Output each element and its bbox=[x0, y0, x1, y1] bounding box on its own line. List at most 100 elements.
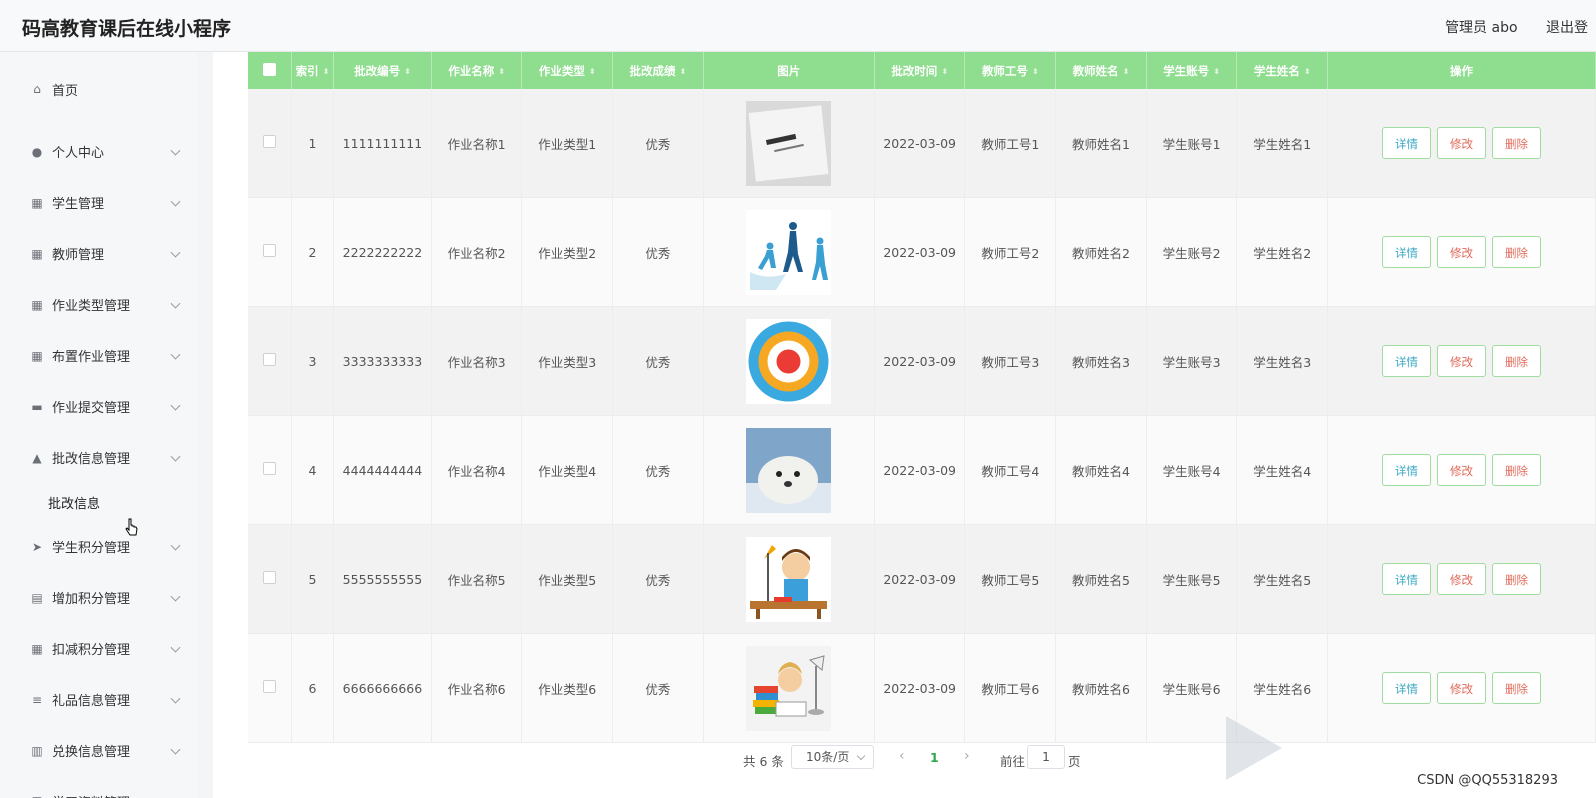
sort-icon[interactable]: ⬍ bbox=[498, 67, 505, 76]
user-icon: ● bbox=[31, 144, 43, 159]
edit-button[interactable]: 修改 bbox=[1436, 127, 1486, 159]
column-header[interactable]: 学生账号 ⬍ bbox=[1146, 52, 1238, 89]
delete-button[interactable]: 删除 bbox=[1491, 127, 1541, 159]
edit-button[interactable]: 修改 bbox=[1436, 236, 1486, 268]
detail-button[interactable]: 详情 bbox=[1381, 563, 1431, 595]
sidebar-subitem[interactable]: 批改信息 bbox=[0, 483, 197, 521]
sort-icon[interactable]: ⬍ bbox=[941, 67, 948, 76]
sort-icon[interactable]: ⬍ bbox=[589, 67, 596, 76]
column-header[interactable]: 教师工号 ⬍ bbox=[964, 52, 1057, 89]
column-header[interactable]: 图片 bbox=[703, 52, 875, 89]
column-header[interactable]: 教师姓名 ⬍ bbox=[1055, 52, 1147, 89]
prev-page-button[interactable]: ‹ bbox=[899, 748, 905, 764]
cell-grade: 优秀 bbox=[612, 524, 704, 634]
row-checkbox[interactable] bbox=[262, 462, 276, 475]
sidebar-item-label: 作业提交管理 bbox=[52, 401, 131, 416]
chevron-down-icon bbox=[170, 196, 181, 207]
delete-button[interactable]: 删除 bbox=[1491, 454, 1541, 486]
sidebar-item-12[interactable]: ▥ 兑换信息管理 bbox=[0, 725, 197, 776]
sort-icon[interactable]: ⬍ bbox=[1213, 67, 1220, 76]
table-row: 4 4444444444 作业名称4 作业类型4 优秀 2022-03-09 教师工号4 教师… bbox=[248, 415, 1596, 525]
column-header[interactable]: 批改时间 ⬍ bbox=[874, 52, 966, 89]
column-header[interactable]: 批改编号 ⬍ bbox=[333, 52, 432, 89]
row-checkbox[interactable] bbox=[262, 571, 276, 584]
cell-grade: 优秀 bbox=[612, 633, 704, 743]
cell-type: 作业类型1 bbox=[521, 89, 614, 198]
row-checkbox[interactable] bbox=[262, 680, 276, 693]
detail-button[interactable]: 详情 bbox=[1381, 672, 1431, 704]
goto-page-input[interactable]: 1 bbox=[1027, 745, 1065, 769]
chevron-down-icon bbox=[170, 693, 181, 704]
sort-icon[interactable]: ⬍ bbox=[1032, 67, 1039, 76]
sidebar-item-6[interactable]: ▬ 作业提交管理 bbox=[0, 381, 197, 432]
sidebar-item-11[interactable]: ≡ 礼品信息管理 bbox=[0, 674, 197, 725]
sidebar-item-9[interactable]: ▤ 增加积分管理 bbox=[0, 572, 197, 623]
cell-actions: 详情 修改 删除 bbox=[1327, 524, 1596, 634]
detail-button[interactable]: 详情 bbox=[1381, 345, 1431, 377]
detail-button[interactable]: 详情 bbox=[1381, 454, 1431, 486]
sidebar-item-0[interactable]: ⌂ 首页 bbox=[0, 52, 197, 126]
delete-button[interactable]: 删除 bbox=[1491, 236, 1541, 268]
sort-icon[interactable]: ⬍ bbox=[1304, 67, 1311, 76]
cell-time: 2022-03-09 bbox=[874, 415, 966, 525]
sidebar-item-2[interactable]: ▦ 学生管理 bbox=[0, 177, 197, 228]
delete-button[interactable]: 删除 bbox=[1491, 563, 1541, 595]
column-header[interactable]: 索引 ⬍ bbox=[291, 52, 335, 89]
sort-icon[interactable]: ⬍ bbox=[1123, 67, 1130, 76]
sidebar-item-1[interactable]: ● 个人中心 bbox=[0, 126, 197, 177]
row-checkbox[interactable] bbox=[262, 135, 276, 148]
column-header[interactable]: 操作 bbox=[1327, 52, 1596, 89]
column-header[interactable]: 作业类型 ⬍ bbox=[521, 52, 614, 89]
select-all-cell[interactable] bbox=[248, 52, 292, 89]
page-number-current[interactable]: 1 bbox=[930, 750, 939, 765]
sidebar-item-13[interactable]: ☰学习资料管理 bbox=[0, 776, 197, 798]
column-header[interactable]: 批改成绩 ⬍ bbox=[612, 52, 704, 89]
row-select-cell[interactable] bbox=[248, 197, 292, 307]
row-select-cell[interactable] bbox=[248, 633, 292, 743]
detail-button[interactable]: 详情 bbox=[1381, 127, 1431, 159]
sidebar-item-8[interactable]: ➤ 学生积分管理 bbox=[0, 521, 197, 572]
sort-icon[interactable]: ⬍ bbox=[323, 67, 330, 76]
column-header[interactable]: 学生姓名 ⬍ bbox=[1236, 52, 1328, 89]
edit-button[interactable]: 修改 bbox=[1436, 563, 1486, 595]
row-select-cell[interactable] bbox=[248, 524, 292, 634]
logout-link[interactable]: 退出登 bbox=[1546, 20, 1588, 36]
edit-button[interactable]: 修改 bbox=[1436, 672, 1486, 704]
sliders-icon: ≡ bbox=[31, 692, 43, 707]
cell-image bbox=[703, 633, 875, 743]
delete-button[interactable]: 删除 bbox=[1491, 672, 1541, 704]
row-select-cell[interactable] bbox=[248, 306, 292, 416]
thumbnail-paper-note bbox=[746, 100, 832, 186]
cell-code: 6666666666 bbox=[333, 633, 432, 743]
next-page-button[interactable]: › bbox=[964, 748, 970, 764]
page-size-select[interactable]: 10条/页 bbox=[791, 745, 874, 769]
delete-button[interactable]: 删除 bbox=[1491, 345, 1541, 377]
cell-time: 2022-03-09 bbox=[874, 633, 966, 743]
row-checkbox[interactable] bbox=[262, 353, 276, 366]
row-select-cell[interactable] bbox=[248, 89, 292, 198]
edit-button[interactable]: 修改 bbox=[1436, 345, 1486, 377]
cell-tname: 教师姓名6 bbox=[1055, 633, 1147, 743]
column-header[interactable]: 作业名称 ⬍ bbox=[431, 52, 523, 89]
sort-icon[interactable]: ⬍ bbox=[404, 67, 411, 76]
detail-button[interactable]: 详情 bbox=[1381, 236, 1431, 268]
goto-unit-label: 页 bbox=[1068, 754, 1081, 769]
edit-button[interactable]: 修改 bbox=[1436, 454, 1486, 486]
sort-icon[interactable]: ⬍ bbox=[679, 67, 686, 76]
column-header-label: 批改成绩 bbox=[629, 63, 676, 78]
row-select-cell[interactable] bbox=[248, 415, 292, 525]
cell-name: 作业名称4 bbox=[431, 415, 523, 525]
cell-tname: 教师姓名5 bbox=[1055, 524, 1147, 634]
person-icon: ▲ bbox=[32, 450, 42, 465]
sidebar-item-3[interactable]: ▦ 教师管理 bbox=[0, 228, 197, 279]
sidebar-item-7[interactable]: ▲ 批改信息管理 bbox=[0, 432, 197, 483]
chevron-down-icon bbox=[170, 540, 181, 551]
cell-sname: 学生姓名2 bbox=[1236, 197, 1328, 307]
cell-type: 作业类型4 bbox=[521, 415, 614, 525]
column-header-label: 学生账号 bbox=[1163, 63, 1210, 78]
sidebar-item-4[interactable]: ▦ 作业类型管理 bbox=[0, 279, 197, 330]
sidebar-item-10[interactable]: ▦ 扣减积分管理 bbox=[0, 623, 197, 674]
row-checkbox[interactable] bbox=[262, 244, 276, 257]
sidebar-item-5[interactable]: ▦ 布置作业管理 bbox=[0, 330, 197, 381]
select-all-checkbox[interactable] bbox=[262, 62, 276, 76]
